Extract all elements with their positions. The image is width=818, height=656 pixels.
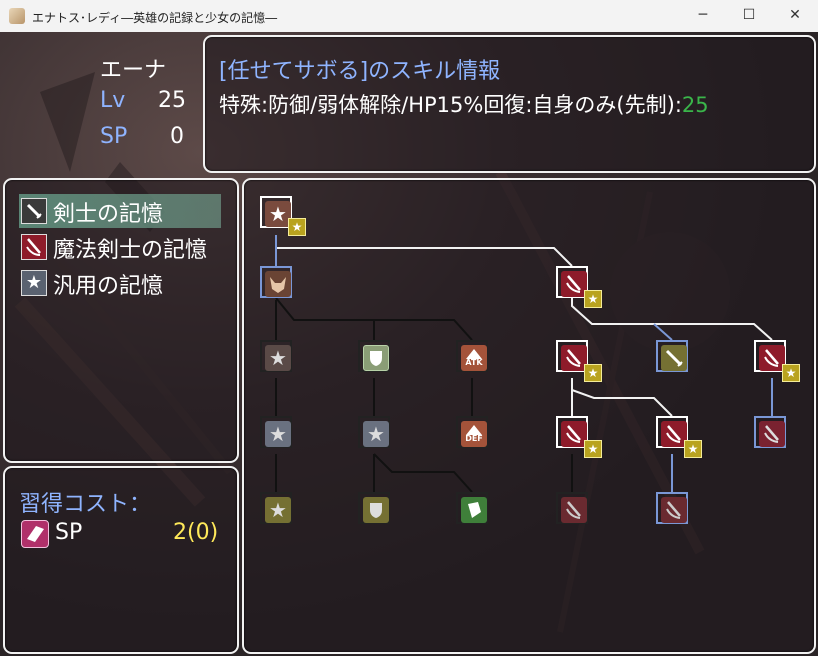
title-bar: エナトス･レディ―英雄の記録と少女の記憶― ─ ☐ ✕: [0, 0, 818, 32]
skill-description-text: 特殊:防御/弱体解除/HP15%回復:自身のみ(先制):: [219, 93, 682, 117]
def-label: DEF: [465, 434, 483, 443]
cost-value: 2(0): [173, 520, 219, 545]
category-item[interactable]: 剣士の記憶: [19, 194, 229, 228]
skill-node-sword[interactable]: [656, 340, 688, 372]
skill-tree-window: ★ ★ ★ ★ ATK ★ ★ ★ ★ DEF ★ ★ ★: [242, 178, 816, 654]
star-icon: ★: [363, 421, 389, 447]
skill-description-value: 25: [681, 93, 709, 117]
skill-info-description: 特殊:防御/弱体解除/HP15%回復:自身のみ(先制):25: [219, 89, 709, 119]
cost-title: 習得コスト：: [19, 492, 152, 517]
skill-info-title: [任せてサボる]のスキル情報: [219, 59, 501, 84]
sword-icon: [21, 198, 47, 224]
skill-node-magic-sword[interactable]: [754, 416, 786, 448]
star-icon: ★: [21, 270, 47, 296]
cost-window: 習得コスト： SP 2(0): [3, 466, 239, 654]
magic-sword-icon: [561, 497, 587, 523]
window-title: エナトス･レディ―英雄の記録と少女の記憶―: [32, 11, 278, 25]
defense-up-icon: DEF: [461, 421, 487, 447]
learned-star-badge-icon: ★: [584, 364, 602, 382]
skill-node-star-olive[interactable]: ★: [260, 492, 292, 524]
magic-sword-icon: [759, 421, 785, 447]
skill-node-star-brown[interactable]: ★: [260, 340, 292, 372]
atk-label: ATK: [465, 358, 483, 367]
skill-node-shield[interactable]: [358, 492, 390, 524]
skill-node-def[interactable]: DEF: [456, 416, 488, 448]
green-shield-icon: [461, 497, 487, 523]
minimize-button[interactable]: ─: [680, 0, 726, 32]
skill-node-star-gray[interactable]: ★: [358, 416, 390, 448]
skill-node-atk[interactable]: ATK: [456, 340, 488, 372]
sp-item-icon: [21, 520, 49, 548]
learned-star-badge-icon: ★: [782, 364, 800, 382]
game-screen: エーナ Lv 25 SP 0 [任せてサボる]のスキル情報 特殊:防御/弱体解除…: [0, 32, 818, 656]
category-label: 魔法剣士の記憶: [53, 238, 208, 263]
category-item[interactable]: 魔法剣士の記憶: [19, 230, 229, 264]
category-item[interactable]: ★ 汎用の記憶: [19, 266, 229, 300]
sp-label: SP: [100, 124, 128, 149]
character-name: エーナ: [100, 58, 167, 83]
magic-sword-icon: [661, 497, 687, 523]
level-value: 25: [158, 88, 186, 113]
shield-icon: [363, 497, 389, 523]
category-label: 剣士の記憶: [53, 202, 164, 227]
skill-node-shield[interactable]: [358, 340, 390, 372]
category-list-window: 剣士の記憶 魔法剣士の記憶 ★ 汎用の記憶: [3, 178, 239, 463]
level-label: Lv: [100, 88, 126, 113]
learned-star-badge-icon: ★: [584, 440, 602, 458]
learned-star-badge-icon: ★: [684, 440, 702, 458]
attack-up-icon: ATK: [461, 345, 487, 371]
skill-node-magic-sword[interactable]: [556, 492, 588, 524]
cost-item-label: SP: [55, 520, 83, 545]
sword-icon: [661, 345, 687, 371]
skill-info-window: [任せてサボる]のスキル情報 特殊:防御/弱体解除/HP15%回復:自身のみ(先…: [203, 35, 816, 173]
status-panel: エーナ Lv 25 SP 0: [0, 32, 200, 172]
skill-node-green-shield[interactable]: [456, 492, 488, 524]
magic-sword-icon: [21, 234, 47, 260]
app-icon: [9, 8, 25, 24]
star-icon: ★: [265, 345, 291, 371]
close-button[interactable]: ✕: [772, 0, 818, 32]
star-icon: ★: [265, 497, 291, 523]
learned-star-badge-icon: ★: [288, 218, 306, 236]
skill-tree-connectors: [275, 235, 773, 493]
learned-star-badge-icon: ★: [584, 290, 602, 308]
skill-node-star-gray[interactable]: ★: [260, 416, 292, 448]
category-label: 汎用の記憶: [53, 274, 164, 299]
shield-icon: [363, 345, 389, 371]
maximize-button[interactable]: ☐: [726, 0, 772, 32]
star-icon: ★: [265, 421, 291, 447]
sp-value: 0: [170, 124, 184, 149]
skill-node-brown-creature[interactable]: [260, 266, 292, 298]
skill-node-magic-sword[interactable]: [656, 492, 688, 524]
creature-icon: [265, 271, 291, 297]
